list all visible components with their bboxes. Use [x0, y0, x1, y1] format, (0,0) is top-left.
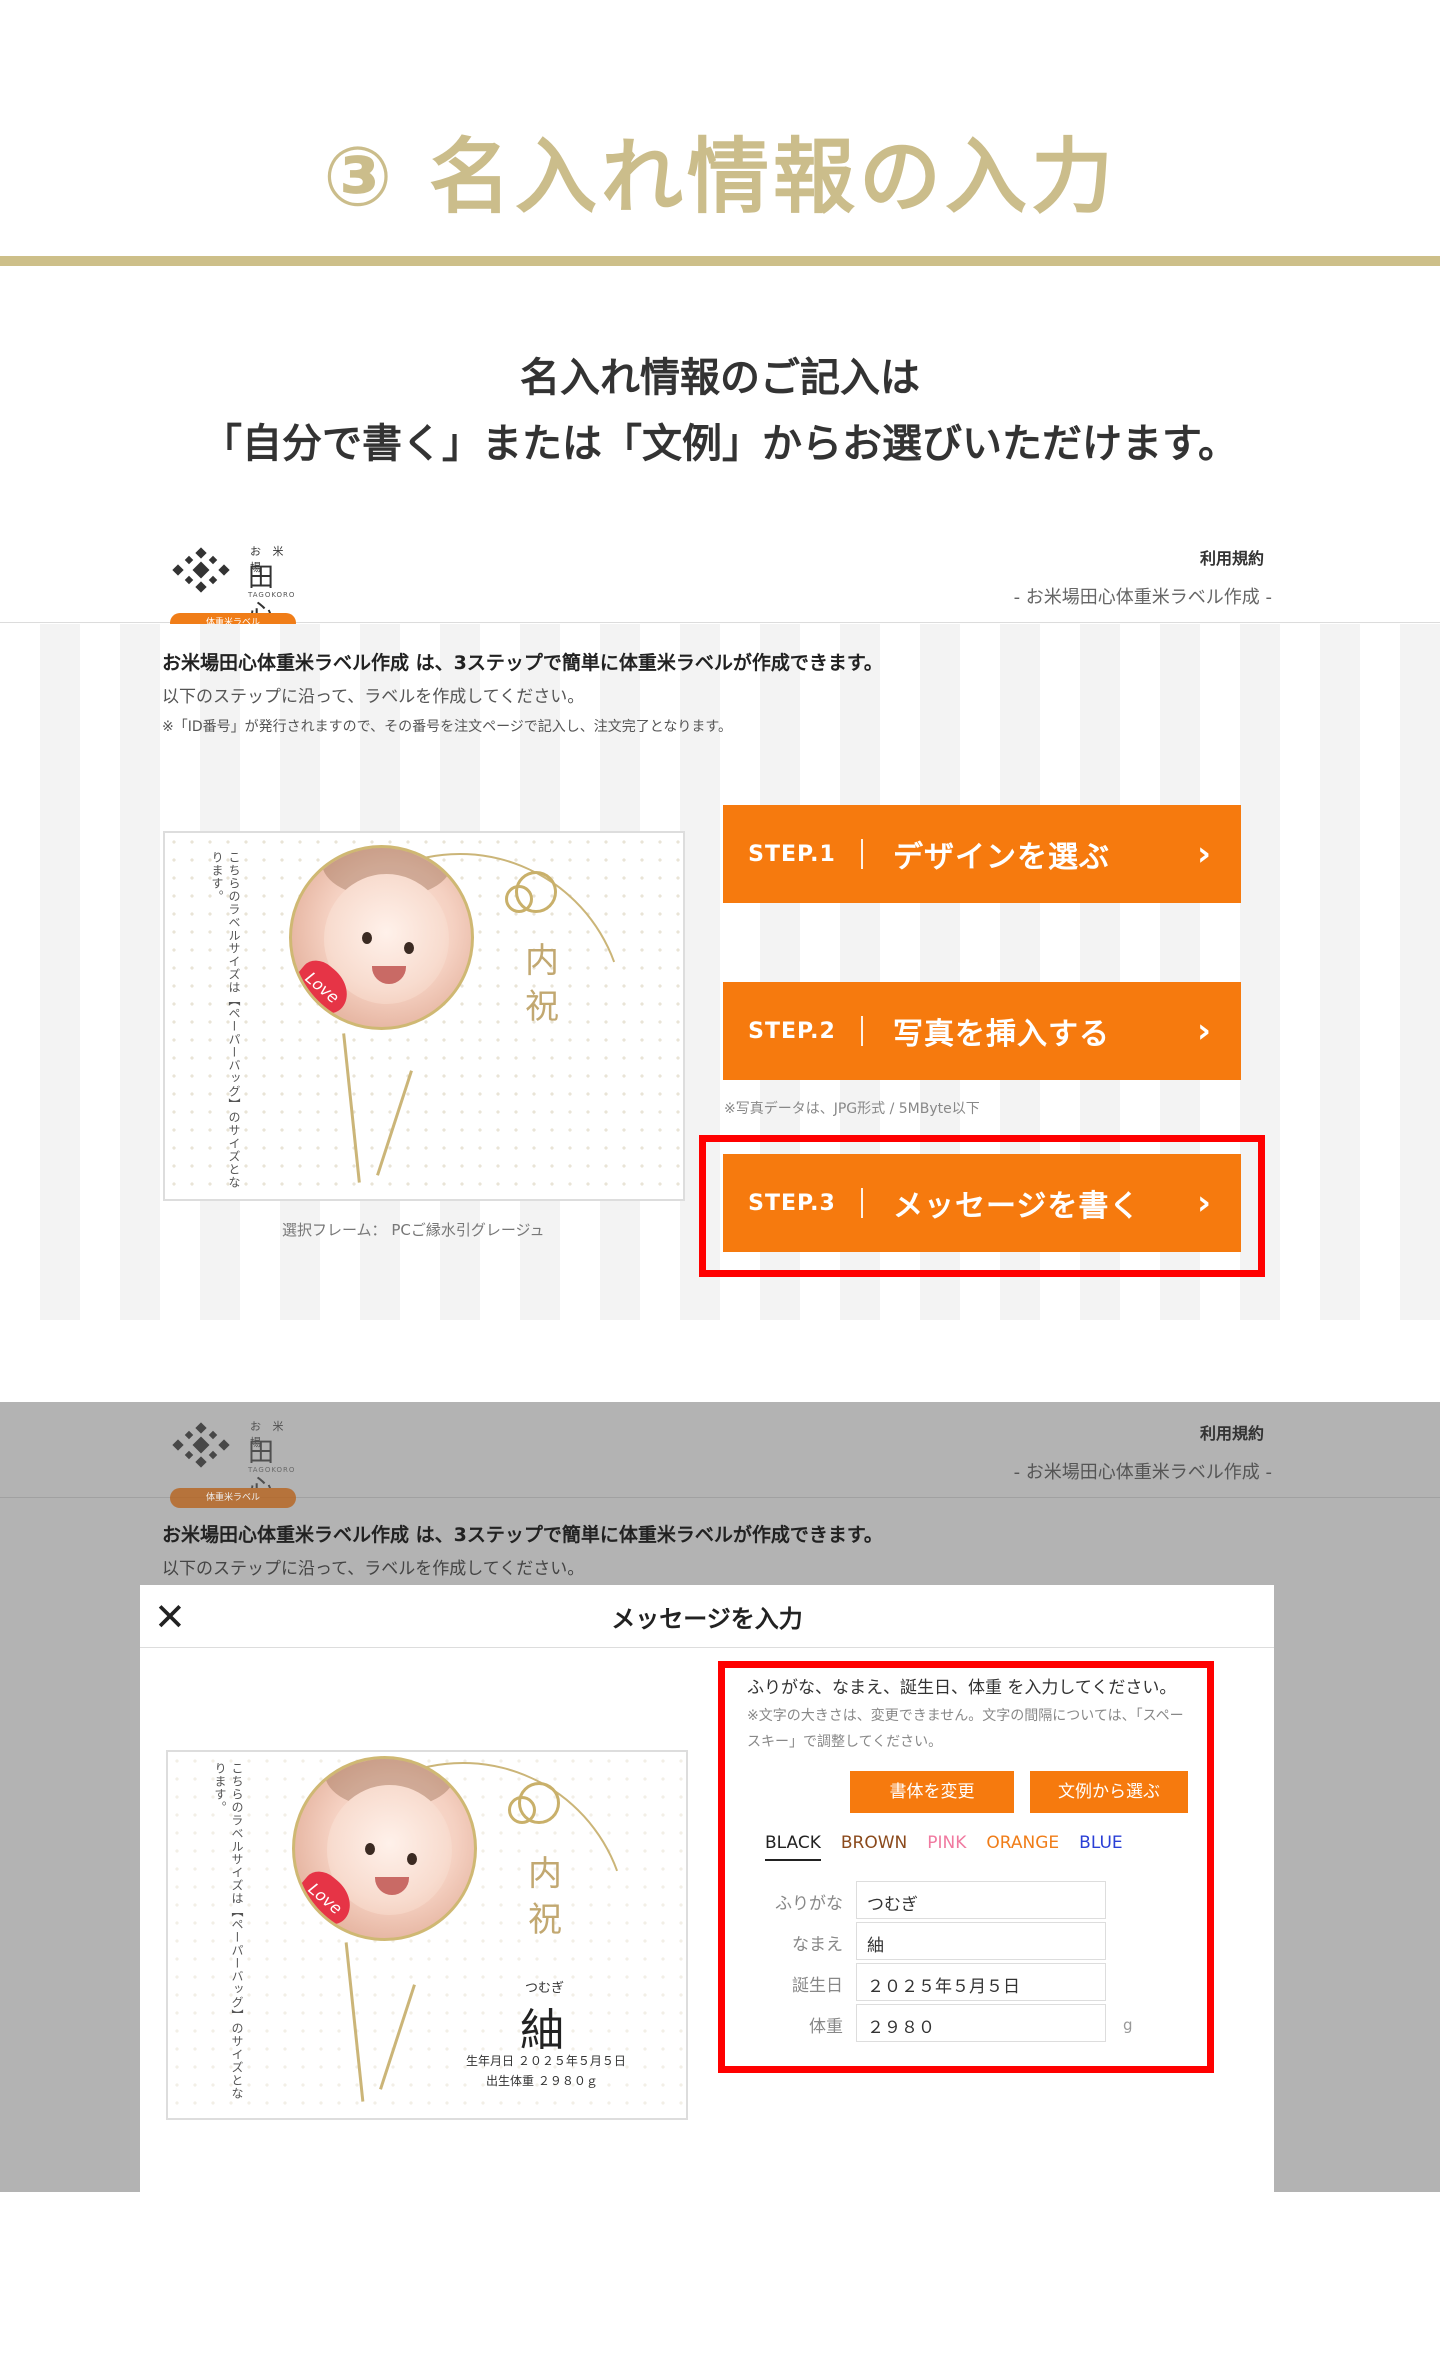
intro-headline: お米場田心体重米ラベル作成 は、3ステップで簡単に体重米ラベルが作成できます。: [162, 652, 883, 674]
intro-headline: お米場田心体重米ラベル作成 は、3ステップで簡単に体重米ラベルが作成できます。: [162, 1524, 883, 1546]
subtitle-line-1: 名入れ情報のご記入は: [520, 355, 920, 401]
label-kanji-uchi: 内: [525, 941, 559, 981]
change-font-button[interactable]: 書体を変更: [850, 1771, 1014, 1813]
step2-text: 写真を挿入する: [893, 1017, 1110, 1052]
color-tabs: BLACK BROWN PINK ORANGE BLUE: [765, 1833, 1123, 1861]
step3-text: メッセージを書く: [893, 1189, 1141, 1224]
color-tab-pink[interactable]: PINK: [927, 1833, 966, 1861]
logo-pill-label: 体重米ラベル: [170, 1488, 296, 1508]
color-tab-orange[interactable]: ORANGE: [986, 1833, 1059, 1861]
field-row-name: なまえ 紬: [753, 1922, 1173, 1962]
site-subtitle: - お米場田心体重米ラベル作成 -: [1013, 1462, 1272, 1483]
birthday-input[interactable]: ２０２５年５月５日: [856, 1963, 1106, 2001]
intro-note: ※「ID番号」が発行されますので、その番号を注文ページで記入し、注文完了となりま…: [162, 719, 732, 735]
furigana-input[interactable]: つむぎ: [856, 1881, 1106, 1919]
baby-photo: Love: [289, 845, 474, 1030]
snowflake-pattern-icon: [172, 1422, 230, 1468]
field-label-furigana: ふりがな: [775, 1894, 843, 1914]
step3-button[interactable]: STEP.3 メッセージを書く ›: [723, 1154, 1241, 1252]
title-underline: [0, 256, 1440, 266]
modal-title: メッセージを入力: [611, 1605, 803, 1633]
step1-text: デザインを選ぶ: [893, 840, 1110, 875]
step1-button[interactable]: STEP.1 デザインを選ぶ ›: [723, 805, 1241, 903]
label-preview-filled: こちらのラベルサイズは【ペーパーバッグ】のサイズとなります。 Love 内 祝 …: [166, 1750, 688, 2120]
label-kanji-uchi: 内: [528, 1854, 562, 1894]
label-kanji-iwai: 祝: [525, 987, 559, 1027]
step2-button[interactable]: STEP.2 写真を挿入する ›: [723, 982, 1241, 1080]
site-header-dimmed: お 米 場 田心 TAGOKORO 体重米ラベル 利用規約 - お米場田心体重米…: [0, 1402, 1440, 1508]
message-form: ふりがな、なまえ、誕生日、体重 を入力してください。 ※文字の大きさは、変更でき…: [718, 1661, 1214, 2073]
logo-roman-text: TAGOKORO: [248, 591, 296, 599]
label-weight-line: 出生体重 ２９８０ｇ: [486, 2074, 598, 2088]
weight-input[interactable]: ２９８０: [856, 2004, 1106, 2042]
color-tab-blue[interactable]: BLUE: [1079, 1833, 1122, 1861]
terms-link[interactable]: 利用規約: [1200, 545, 1264, 569]
label-kanji-iwai: 祝: [528, 1900, 562, 1940]
chevron-right-icon: ›: [1196, 1183, 1211, 1223]
site-logo[interactable]: お 米 場 田心 TAGOKORO 体重米ラベル: [170, 537, 296, 633]
field-label-birthday: 誕生日: [792, 1976, 843, 1996]
site-logo: お 米 場 田心 TAGOKORO 体重米ラベル: [170, 1412, 296, 1508]
site-subtitle: - お米場田心体重米ラベル作成 -: [1013, 587, 1272, 608]
chevron-right-icon: ›: [1196, 1011, 1211, 1051]
step2-label: STEP.2: [748, 1018, 836, 1044]
photo-format-note: ※写真データは、JPG形式 / 5MByte以下: [724, 1101, 980, 1117]
field-row-weight: 体重 ２９８０ g: [753, 2004, 1173, 2044]
step3-label: STEP.3: [748, 1190, 836, 1216]
label-size-note: こちらのラベルサイズは【ペーパーバッグ】のサイズとなります。: [213, 1762, 244, 2100]
intro-instruction: 以下のステップに沿って、ラベルを作成してください。: [162, 1559, 585, 1579]
logo-roman-text: TAGOKORO: [248, 1466, 296, 1474]
color-tab-brown[interactable]: BROWN: [841, 1833, 907, 1861]
field-label-weight: 体重: [809, 2017, 843, 2037]
screenshot-step-selection: お 米 場 田心 TAGOKORO 体重米ラベル 利用規約 - お米場田心体重米…: [0, 515, 1440, 1320]
field-row-furigana: ふりがな つむぎ: [753, 1881, 1173, 1921]
name-input[interactable]: 紬: [856, 1922, 1106, 1960]
label-size-note: こちらのラベルサイズは【ペーパーバッグ】のサイズとなります。: [210, 851, 241, 1189]
chevron-right-icon: ›: [1196, 834, 1211, 874]
step1-label: STEP.1: [748, 841, 836, 867]
section-subtitle: 名入れ情報のご記入は 「自分で書く」または「文例」からお選びいただけます。: [0, 345, 1440, 477]
form-instruction: ふりがな、なまえ、誕生日、体重 を入力してください。: [747, 1678, 1177, 1698]
site-header: お 米 場 田心 TAGOKORO 体重米ラベル 利用規約 - お米場田心体重米…: [0, 515, 1440, 633]
weight-unit: g: [1123, 2016, 1133, 2034]
message-modal: ✕ メッセージを入力 こちらのラベルサイズは【ペーパーバッグ】のサイズとなります…: [140, 1585, 1274, 2192]
terms-link: 利用規約: [1199, 1424, 1264, 1443]
section-title: ③ 名入れ情報の入力: [323, 130, 1117, 225]
frame-caption: 選択フレーム： PCご縁水引グレージュ: [282, 1221, 545, 1239]
label-preview: こちらのラベルサイズは【ペーパーバッグ】のサイズとなります。 Love 内 祝: [163, 831, 685, 1201]
snowflake-pattern-icon: [172, 547, 230, 593]
choose-example-button[interactable]: 文例から選ぶ: [1030, 1771, 1188, 1813]
baby-photo: Love: [292, 1756, 477, 1941]
screenshot-message-modal: お 米 場 田心 TAGOKORO 体重米ラベル 利用規約 - お米場田心体重米…: [0, 1402, 1440, 2192]
label-name: 紬: [520, 2005, 564, 2056]
subtitle-line-2: 「自分で書く」または「文例」からお選びいただけます。: [202, 421, 1238, 467]
label-birth-line: 生年月日 ２０２５年５月５日: [466, 2054, 626, 2068]
form-note: ※文字の大きさは、変更できません。文字の間隔については、「スペースキー」で調整し…: [747, 1708, 1184, 1750]
field-row-birthday: 誕生日 ２０２５年５月５日: [753, 1963, 1173, 2003]
field-label-name: なまえ: [792, 1935, 843, 1955]
intro-instruction: 以下のステップに沿って、ラベルを作成してください。: [162, 687, 585, 707]
color-tab-black[interactable]: BLACK: [765, 1833, 821, 1861]
